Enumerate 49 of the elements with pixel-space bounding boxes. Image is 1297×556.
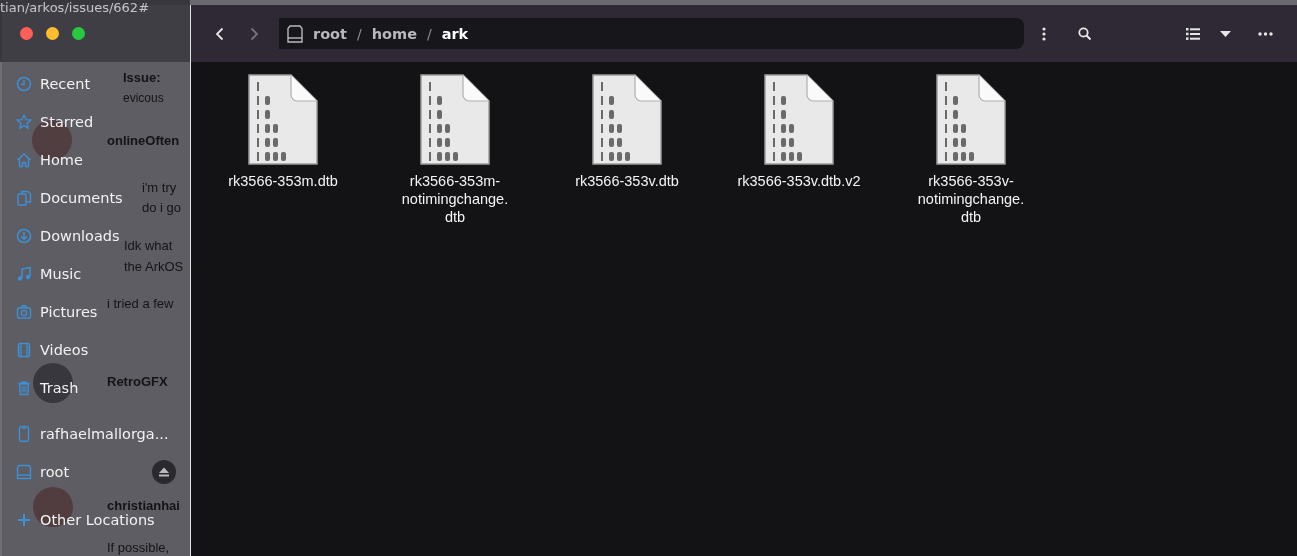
list-icon: [1186, 26, 1200, 41]
music-note-icon: [16, 266, 32, 282]
trash-icon: [16, 380, 32, 396]
drive-icon: [16, 464, 32, 480]
binary-file-icon[interactable]: [419, 74, 491, 166]
file-name[interactable]: rk3566-353m.dtb: [221, 172, 345, 190]
file-name[interactable]: rk3566-353v.dtb.v2: [737, 172, 861, 190]
clock-icon: [16, 76, 32, 92]
path-segment[interactable]: ark: [439, 25, 471, 42]
documents-icon: [16, 190, 32, 206]
binary-file-icon[interactable]: [247, 74, 319, 166]
star-icon: [16, 114, 32, 130]
caret-icon: [1219, 30, 1231, 37]
sidebar-item[interactable]: Videos: [2, 331, 190, 369]
home-icon: [16, 152, 32, 168]
binary-file-icon[interactable]: [591, 74, 663, 166]
comment-text: i tried a few: [107, 296, 174, 311]
kebab-menu-icon: [1042, 26, 1046, 41]
drive-icon: [287, 24, 303, 43]
binary-file-icon[interactable]: [935, 74, 1007, 166]
file-name[interactable]: rk3566-353v.dtb: [565, 172, 689, 190]
sidebar-item[interactable]: root: [2, 453, 190, 491]
address-text: tian/arkos/issues/662#: [0, 0, 150, 15]
search-icon: [1077, 27, 1091, 40]
film-icon: [16, 342, 32, 358]
phone-icon: [16, 426, 32, 442]
issue-meta: evicous: [123, 91, 164, 105]
sidebar-item[interactable]: rafhaelmallorga...: [2, 415, 190, 453]
download-icon: [16, 228, 32, 244]
issue-title: Issue:: [123, 70, 161, 85]
plus-icon: [16, 512, 32, 528]
quote-text: i'm try: [142, 180, 177, 195]
comment-author: christianhai: [107, 498, 180, 513]
file-name[interactable]: rk3566-353m-notimingchange.dtb: [393, 172, 517, 226]
comment-author: onlineOften: [107, 133, 180, 148]
path-separator: /: [426, 25, 432, 42]
binary-file-icon[interactable]: [763, 74, 835, 166]
path-segment[interactable]: home: [369, 25, 419, 42]
eject-icon: [158, 466, 170, 478]
more-icon: [1257, 31, 1273, 36]
comment-author: RetroGFX: [107, 374, 168, 389]
camera-icon: [16, 304, 32, 320]
quote-text: do i go: [142, 200, 182, 215]
path-segment[interactable]: root: [311, 25, 349, 42]
comment-text: the ArkOS: [124, 259, 184, 274]
path-separator: /: [357, 25, 362, 42]
comment-text: Idk what: [124, 238, 173, 253]
file-name[interactable]: rk3566-353v-notimingchange.dtb: [909, 172, 1033, 226]
comment-text: If possible,: [107, 540, 170, 555]
